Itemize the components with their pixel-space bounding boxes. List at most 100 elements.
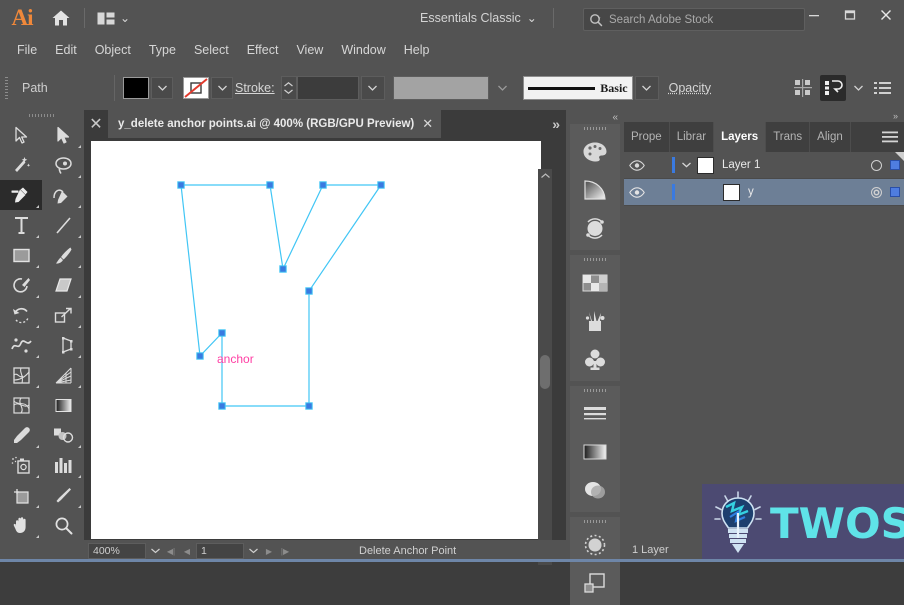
layer-target-indicator[interactable] <box>871 187 882 198</box>
delete-anchor-point-tool[interactable] <box>0 180 42 210</box>
graphic-styles-panel-icon[interactable] <box>570 564 620 602</box>
close-icon[interactable]: ✕ <box>422 116 433 132</box>
brush-dropdown-button[interactable] <box>635 76 659 100</box>
document-tab[interactable]: y_delete anchor points.ai @ 400% (RGB/GP… <box>108 110 441 138</box>
magic-wand-tool[interactable] <box>0 150 42 180</box>
artboard[interactable]: anchor <box>91 141 541 539</box>
menu-object[interactable]: Object <box>86 39 140 61</box>
transform-caret-icon[interactable] <box>850 75 866 101</box>
selection-tool[interactable] <box>0 120 42 150</box>
menu-edit[interactable]: Edit <box>46 39 86 61</box>
anchor-stem-left-hover[interactable] <box>197 353 203 359</box>
zoom-dropdown-icon[interactable] <box>148 543 162 559</box>
layer-visibility-icon[interactable] <box>624 160 650 171</box>
layer-name[interactable]: y <box>748 186 754 198</box>
tab-transform[interactable]: Trans <box>766 122 810 152</box>
dock-group-grip[interactable] <box>570 255 620 264</box>
symbol-sprayer-tool[interactable] <box>0 450 42 480</box>
prev-artboard-icon[interactable]: ◀ <box>180 543 194 559</box>
tab-align[interactable]: Align <box>810 122 851 152</box>
anchor-stem-left-upper[interactable] <box>219 330 225 336</box>
color-panel-icon[interactable] <box>570 133 620 171</box>
zoom-tool[interactable] <box>42 510 84 540</box>
layer-name[interactable]: Layer 1 <box>722 159 760 171</box>
layer-visibility-icon[interactable] <box>624 187 650 198</box>
variable-width-profile-field[interactable] <box>393 76 489 100</box>
layer-selection-indicator[interactable] <box>890 187 900 197</box>
panel-menu-icon[interactable] <box>876 122 904 152</box>
stroke-weight-dropdown[interactable] <box>361 76 385 100</box>
direct-selection-tool[interactable] <box>42 120 84 150</box>
artboard-dropdown-icon[interactable] <box>246 543 260 559</box>
workspace-switcher[interactable]: Essentials Classic ⌄ <box>420 0 554 36</box>
fill-dropdown-button[interactable] <box>151 77 173 99</box>
stroke-weight-stepper[interactable] <box>281 76 297 100</box>
control-bar-grip[interactable] <box>0 66 12 110</box>
tab-layers[interactable]: Layers <box>714 122 766 152</box>
anchor-top-right-outer[interactable] <box>378 182 384 188</box>
artboard-number-field[interactable]: 1 <box>196 543 244 559</box>
rotate-tool[interactable] <box>0 300 42 330</box>
transparency-panel-icon[interactable] <box>570 471 620 509</box>
stroke-weight-label[interactable]: Stroke: <box>235 81 275 95</box>
anchor-bottom-right[interactable] <box>306 403 312 409</box>
slice-tool[interactable] <box>42 480 84 510</box>
search-box[interactable] <box>583 8 805 31</box>
next-artboard-icon[interactable]: ▶ <box>262 543 276 559</box>
menu-view[interactable]: View <box>287 39 332 61</box>
canvas-vertical-scrollbar[interactable] <box>538 169 552 565</box>
dock-group-grip[interactable] <box>570 517 620 526</box>
tools-panel-grip[interactable] <box>0 110 84 120</box>
lasso-tool[interactable] <box>42 150 84 180</box>
menu-select[interactable]: Select <box>185 39 238 61</box>
eyedropper-tool[interactable] <box>0 420 42 450</box>
dock-collapse-icon[interactable]: « <box>566 110 624 124</box>
layer-selection-indicator[interactable] <box>890 160 900 170</box>
layer-disclosure-icon[interactable] <box>675 162 697 168</box>
maximize-button[interactable] <box>832 0 868 30</box>
anchor-top-left-inner[interactable] <box>267 182 273 188</box>
menu-effect[interactable]: Effect <box>238 39 288 61</box>
table-row[interactable]: Layer 1 <box>624 152 904 179</box>
menu-window[interactable]: Window <box>332 39 394 61</box>
close-button[interactable] <box>868 0 904 30</box>
minimize-button[interactable] <box>796 0 832 30</box>
home-icon[interactable] <box>44 0 78 36</box>
anchor-v-bottom[interactable] <box>280 266 286 272</box>
hand-tool[interactable] <box>0 510 42 540</box>
stroke-weight-field[interactable] <box>297 76 359 100</box>
menu-type[interactable]: Type <box>140 39 185 61</box>
eraser-tool[interactable] <box>42 270 84 300</box>
anchor-bottom-left[interactable] <box>219 403 225 409</box>
anchor-right-mid[interactable] <box>306 288 312 294</box>
menu-file[interactable]: File <box>8 39 46 61</box>
symbols-panel-icon[interactable] <box>570 340 620 378</box>
shaper-tool[interactable] <box>0 270 42 300</box>
column-graph-tool[interactable] <box>42 450 84 480</box>
arrange-documents-icon[interactable]: ⌄ <box>91 5 136 31</box>
recolor-artwork-icon[interactable] <box>570 209 620 247</box>
swatches-panel-icon[interactable] <box>570 264 620 302</box>
free-transform-tool[interactable] <box>42 330 84 360</box>
scroll-up-icon[interactable] <box>538 169 552 183</box>
gradient-tool[interactable] <box>42 390 84 420</box>
line-segment-tool[interactable] <box>42 210 84 240</box>
zoom-level-field[interactable]: 400% <box>88 543 146 559</box>
more-options-icon[interactable] <box>870 75 896 101</box>
first-artboard-icon[interactable]: ◀| <box>164 543 178 559</box>
dock-group-grip[interactable] <box>570 386 620 395</box>
artboard-tool[interactable] <box>0 480 42 510</box>
brush-definition-field[interactable]: Basic <box>523 76 633 100</box>
layer-target-indicator[interactable] <box>871 160 882 171</box>
menu-help[interactable]: Help <box>395 39 439 61</box>
variable-width-dropdown[interactable] <box>491 76 515 100</box>
stroke-dropdown-button[interactable] <box>211 77 233 99</box>
paintbrush-tool[interactable] <box>42 240 84 270</box>
dock-group-grip[interactable] <box>570 124 620 133</box>
perspective-grid-tool[interactable] <box>42 360 84 390</box>
align-icon[interactable] <box>790 75 816 101</box>
stroke-panel-icon[interactable] <box>570 395 620 433</box>
brushes-panel-icon[interactable] <box>570 302 620 340</box>
curvature-tool[interactable] <box>42 180 84 210</box>
tab-overflow-icon[interactable]: » <box>552 110 560 138</box>
